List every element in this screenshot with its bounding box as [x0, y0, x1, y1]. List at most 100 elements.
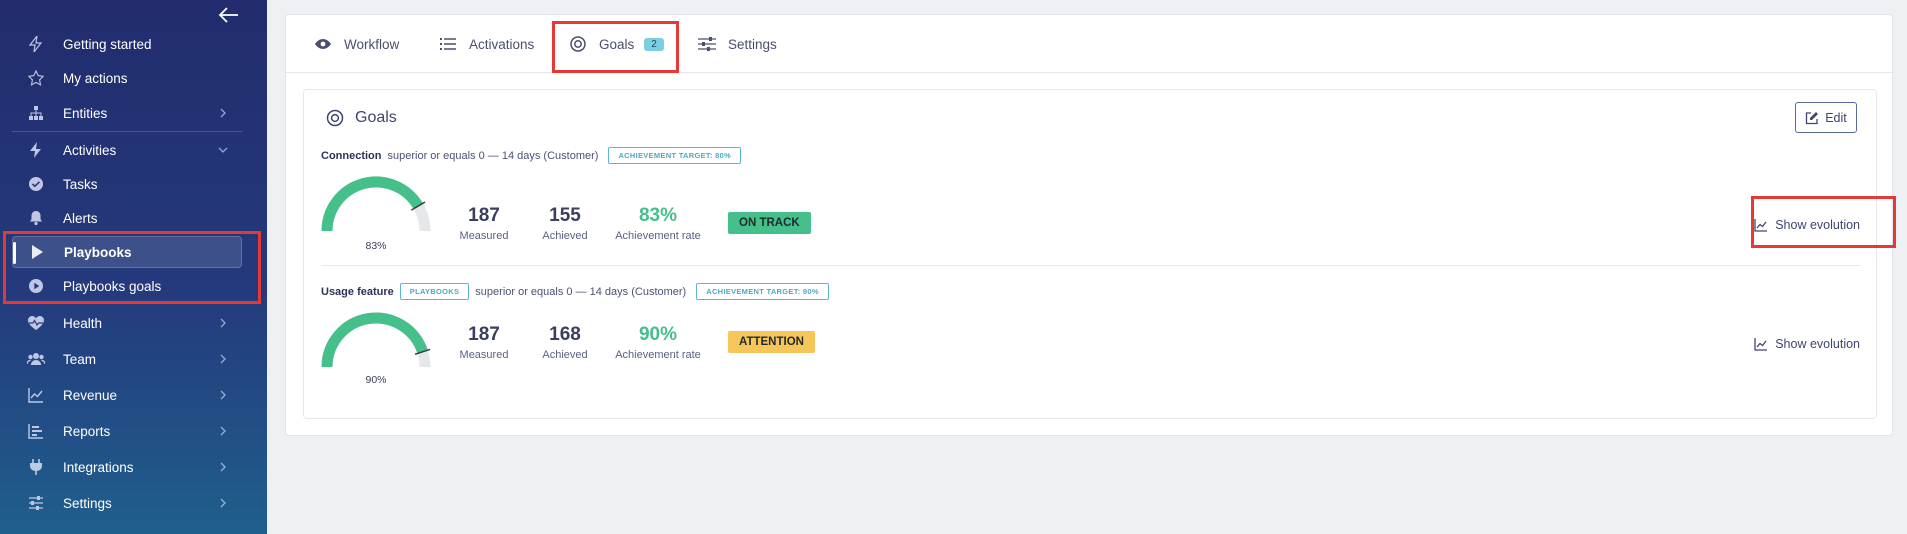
measured-value: 187 [468, 205, 500, 226]
playbook-card: Workflow Activations Goals 2 Settings Go… [285, 14, 1896, 436]
sidebar: Getting started My actions Entities Acti… [0, 0, 267, 534]
users-icon [26, 349, 46, 369]
goal-gauge [321, 312, 431, 368]
chevron-right-icon [220, 108, 226, 118]
panel-title-text: Goals [355, 109, 397, 126]
hierarchy-icon [26, 103, 46, 123]
sidebar-item-activities[interactable]: Activities [12, 134, 242, 166]
chevron-right-icon [220, 354, 226, 364]
chevron-right-icon [220, 318, 226, 328]
goals-panel: Goals Edit Connection superior or equals… [303, 89, 1896, 419]
goal-gauge [321, 176, 431, 232]
achieved-value: 168 [549, 324, 581, 345]
sidebar-item-integrations[interactable]: Integrations [12, 451, 242, 483]
chevron-right-icon [220, 462, 226, 472]
tab-goals[interactable]: Goals 2 [569, 15, 664, 73]
achievement-rate-metric: 83% Achievement rate [608, 205, 708, 242]
goal-condition: superior or equals 0 — 14 days (Customer… [475, 285, 687, 298]
show-evolution-label: Show evolution [1775, 218, 1860, 232]
sidebar-item-settings[interactable]: Settings [12, 487, 242, 519]
achievement-target-tag: ACHIEVEMENT TARGET: 80% [608, 147, 742, 164]
tab-settings[interactable]: Settings [698, 15, 777, 73]
chevron-right-icon [220, 426, 226, 436]
chart-line-icon [1754, 337, 1768, 351]
list-icon [439, 35, 457, 53]
eye-icon [314, 35, 332, 53]
status-badge: ATTENTION [728, 331, 815, 353]
measured-metric: 187 Measured [454, 324, 514, 361]
edit-goals-button[interactable]: Edit [1795, 102, 1857, 133]
show-evolution-label: Show evolution [1775, 337, 1860, 351]
plug-icon [26, 457, 46, 477]
sidebar-item-my-actions[interactable]: My actions [12, 62, 242, 94]
sidebar-item-label: Integrations [63, 459, 134, 475]
sidebar-item-playbooks-goals[interactable]: Playbooks goals [12, 270, 242, 302]
sidebar-item-tasks[interactable]: Tasks [12, 168, 242, 200]
sidebar-item-label: Playbooks goals [63, 278, 162, 294]
achieved-label: Achieved [542, 230, 588, 242]
gauge-value-label: 83% [365, 240, 387, 252]
sidebar-item-label: Getting started [63, 36, 152, 52]
tab-label: Workflow [344, 36, 400, 52]
tab-bar: Workflow Activations Goals 2 Settings [286, 15, 1892, 73]
play-icon [27, 242, 47, 262]
sliders-icon [698, 35, 716, 53]
sidebar-item-label: Health [63, 315, 103, 331]
achieved-metric: 168 Achieved [535, 324, 595, 361]
goals-count-badge: 2 [644, 37, 664, 51]
sidebar-item-revenue[interactable]: Revenue [12, 379, 242, 411]
achievement-rate-value: 83% [638, 205, 678, 226]
sidebar-item-label: Activities [63, 142, 117, 158]
collapse-sidebar-button[interactable] [218, 4, 242, 28]
heart-pulse-icon [26, 313, 46, 333]
chart-line-icon [26, 385, 46, 405]
sidebar-item-alerts[interactable]: Alerts [12, 202, 242, 234]
sidebar-divider [12, 131, 242, 132]
tab-activations[interactable]: Activations [439, 15, 534, 73]
sidebar-item-label: Settings [63, 495, 112, 511]
sidebar-item-entities[interactable]: Entities [12, 97, 242, 129]
sidebar-item-label: Alerts [63, 210, 98, 226]
sliders-icon [26, 493, 46, 513]
achieved-value: 155 [549, 205, 581, 226]
sidebar-item-label: Tasks [63, 176, 98, 192]
sidebar-item-label: Entities [63, 105, 108, 121]
sidebar-item-label: Team [63, 351, 97, 367]
tab-workflow[interactable]: Workflow [314, 15, 399, 73]
arrow-left-icon [218, 7, 238, 23]
goals-panel-title: Goals [326, 109, 397, 127]
sidebar-item-health[interactable]: Health [12, 307, 242, 339]
measured-metric: 187 Measured [454, 205, 514, 242]
measured-value: 187 [468, 324, 500, 345]
playbooks-tag: PLAYBOOKS [399, 283, 470, 300]
sidebar-item-label: My actions [63, 70, 128, 86]
achieved-label: Achieved [542, 349, 588, 361]
goal-name: Connection [321, 149, 382, 162]
gauge-fill [321, 312, 428, 368]
sidebar-item-label: Playbooks [64, 244, 132, 260]
target-icon [326, 109, 344, 127]
status-badge: ON TRACK [728, 212, 811, 234]
bolt-icon [26, 140, 46, 160]
play-circle-icon [26, 276, 46, 296]
sidebar-item-playbooks[interactable]: Playbooks [12, 236, 242, 268]
goal-name: Usage feature [321, 285, 394, 298]
gauge-value-label: 90% [365, 374, 387, 386]
sidebar-item-getting-started[interactable]: Getting started [12, 28, 242, 60]
sidebar-item-reports[interactable]: Reports [12, 415, 242, 447]
check-circle-icon [26, 174, 46, 194]
edit-label: Edit [1825, 110, 1847, 125]
chevron-down-icon [218, 147, 228, 153]
sidebar-item-label: Revenue [63, 387, 118, 403]
chevron-right-icon [220, 498, 226, 508]
achieved-metric: 155 Achieved [535, 205, 595, 242]
tab-label: Activations [469, 36, 535, 52]
achievement-target-tag: ACHIEVEMENT TARGET: 90% [696, 283, 829, 300]
bell-icon [26, 208, 46, 228]
sidebar-item-team[interactable]: Team [12, 343, 242, 375]
goal-header: Connection superior or equals 0 — 14 day… [321, 147, 747, 164]
show-evolution-link[interactable]: Show evolution [1754, 337, 1860, 351]
goal-divider [321, 265, 1861, 266]
show-evolution-link[interactable]: Show evolution [1754, 218, 1860, 232]
achievement-rate-value: 90% [638, 324, 678, 345]
